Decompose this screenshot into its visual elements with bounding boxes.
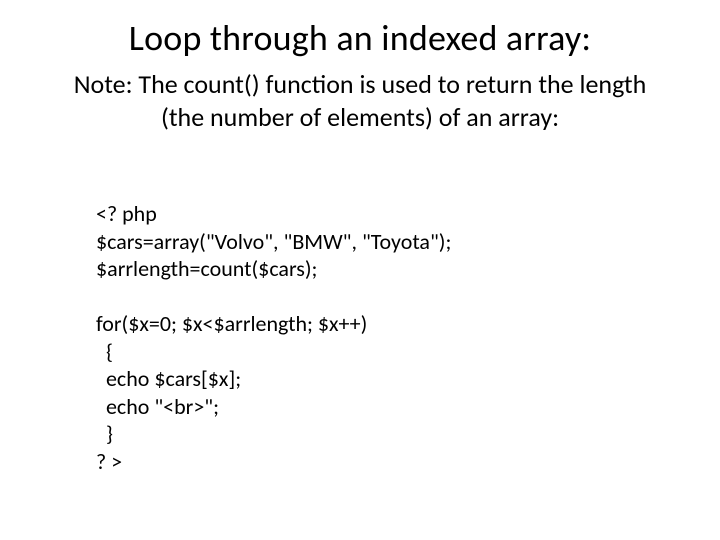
slide-subtitle: Note: The count() function is used to re… <box>50 68 670 133</box>
slide-title: Loop through an indexed array: <box>0 16 720 60</box>
slide: Loop through an indexed array: Note: The… <box>0 0 720 540</box>
code-block: <? php $cars=array("Volvo", "BMW", "Toyo… <box>96 200 656 475</box>
